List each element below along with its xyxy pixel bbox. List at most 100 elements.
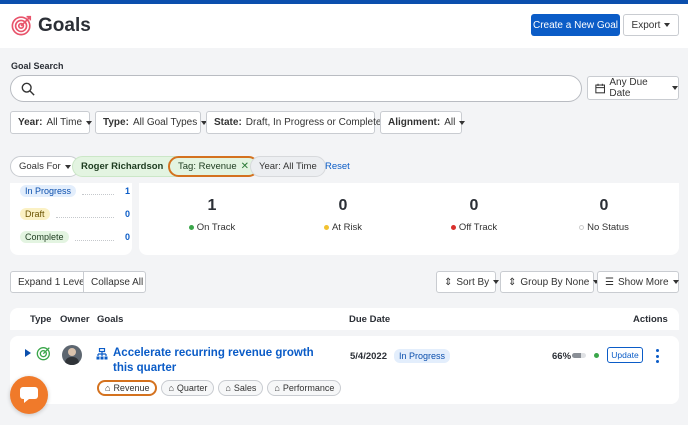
search-label: Goal Search: [11, 61, 64, 71]
state-pill: Draft: [20, 208, 50, 220]
green-dot-icon: [188, 225, 194, 230]
show-more-label: Show More: [617, 276, 669, 288]
filter-value: Draft, In Progress or Complete: [245, 117, 382, 128]
tag-pill[interactable]: ⌂ Revenue: [97, 380, 158, 396]
caret-down-icon: [64, 164, 71, 169]
status-no-status[interactable]: 0 No Status: [564, 197, 644, 233]
status-at-risk[interactable]: 0 At Risk: [303, 197, 383, 233]
status-label-row: At Risk: [303, 222, 383, 233]
status-label-row: Off Track: [434, 222, 514, 233]
chat-launcher-button[interactable]: [10, 376, 48, 414]
column-header-due-date: Due Date: [349, 314, 391, 325]
state-pill: In Progress: [20, 185, 77, 197]
export-button[interactable]: Export: [623, 14, 679, 36]
caret-down-icon: [672, 86, 678, 90]
tag-label: Sales: [233, 383, 257, 393]
goal-row[interactable]: Accelerate recurring revenue growth this…: [10, 336, 679, 404]
column-header-goals: Goals: [97, 314, 124, 325]
filter-key: State:: [214, 117, 242, 128]
filter-value: All Goal Types: [132, 117, 198, 128]
search-input[interactable]: [10, 75, 582, 102]
state-count: 0: [124, 232, 130, 242]
filter-value: All Time: [46, 117, 83, 128]
goal-target-icon: [36, 347, 50, 361]
group-icon: ⇕: [508, 276, 517, 288]
status-on-track[interactable]: 1 On Track: [172, 197, 252, 233]
remove-icon[interactable]: ✕: [241, 161, 249, 172]
group-label: Group By None: [520, 276, 590, 288]
list-icon: ☰: [605, 276, 614, 288]
goal-tags: ⌂ Revenue ⌂ Quarter ⌂ Sales ⌂ Performance: [97, 380, 342, 396]
alignment-filter[interactable]: Alignment: All: [380, 111, 466, 134]
dotted-leader: [55, 211, 114, 218]
status-off-track[interactable]: 0 Off Track: [434, 197, 514, 233]
year-filter[interactable]: Year: All Time: [10, 111, 93, 134]
dotted-leader: [82, 188, 114, 195]
red-dot-icon: [450, 225, 456, 230]
sort-by-button[interactable]: ⇕ Sort By: [436, 271, 500, 293]
tag-pill[interactable]: ⌂ Quarter: [161, 380, 215, 396]
status-label: On Track: [196, 222, 236, 233]
page-header: Goals Create a New Goal Export: [0, 4, 688, 48]
status-label: Off Track: [458, 222, 498, 233]
caret-down-icon: [493, 280, 500, 284]
sort-label: Sort By: [456, 276, 490, 288]
group-by-button[interactable]: ⇕ Group By None: [500, 271, 600, 293]
status-count: 0: [599, 197, 609, 214]
calendar-icon: [595, 83, 606, 93]
column-header-type: Type: [30, 314, 52, 325]
tag-icon: ⌂: [105, 383, 111, 393]
update-button[interactable]: Update: [607, 347, 643, 363]
collapse-all-button[interactable]: Collapse All: [83, 271, 146, 293]
owner-avatar[interactable]: [62, 345, 82, 365]
tag-chip-label: Tag: Revenue: [178, 161, 237, 172]
status-label-row: No Status: [564, 222, 644, 233]
goals-for-chip[interactable]: Goals For: [10, 156, 80, 177]
goal-status-badge: In Progress: [394, 349, 451, 363]
create-goal-button[interactable]: Create a New Goal: [531, 14, 620, 36]
year-chip-label: Year: All Time: [259, 161, 317, 172]
expand-caret-icon[interactable]: [25, 349, 31, 357]
more-options-icon[interactable]: [654, 349, 660, 363]
state-filter[interactable]: State: Draft, In Progress or Complete: [206, 111, 392, 134]
chat-bubble-icon: [20, 387, 38, 403]
expand-level-button[interactable]: Expand 1 Level: [10, 271, 87, 293]
tag-icon: ⌂: [168, 383, 174, 393]
show-more-button[interactable]: ☰ Show More: [597, 271, 679, 293]
export-label: Export: [631, 19, 661, 31]
filter-key: Type:: [103, 117, 129, 128]
tag-label: Performance: [282, 383, 335, 393]
filter-value: All: [444, 117, 456, 128]
year-filter-chip[interactable]: Year: All Time: [250, 156, 326, 177]
due-date-label: Any Due Date: [609, 77, 648, 99]
column-header-actions: Actions: [633, 314, 668, 325]
dotted-leader: [74, 234, 114, 241]
tag-pill[interactable]: ⌂ Performance: [267, 380, 342, 396]
due-date-dropdown[interactable]: Any Due Date: [587, 76, 679, 100]
state-row[interactable]: In Progress 1: [20, 184, 130, 198]
filter-key: Year:: [18, 117, 43, 128]
tag-icon: ⌂: [225, 383, 231, 393]
sort-icon: ⇕: [444, 276, 453, 288]
type-filter[interactable]: Type: All Goal Types: [95, 111, 208, 134]
state-row[interactable]: Complete 0: [20, 230, 130, 244]
status-count: 0: [338, 197, 348, 214]
search-icon: [21, 82, 35, 96]
reset-link[interactable]: Reset: [325, 161, 350, 172]
tag-icon: ⌂: [274, 383, 280, 393]
goal-progress-percent: 66%: [552, 351, 572, 362]
empty-dot-icon: [579, 225, 585, 230]
status-label-row: On Track: [172, 222, 252, 233]
goals-for-label: Goals For: [19, 161, 61, 172]
tag-filter-chip[interactable]: Tag: Revenue ✕: [168, 156, 260, 177]
status-summary-panel: 1 On Track 0 At Risk 0 Off Track 0 No St…: [139, 183, 679, 255]
state-row[interactable]: Draft 0: [20, 207, 130, 221]
yellow-dot-icon: [323, 225, 329, 230]
caret-down-icon: [86, 120, 93, 125]
goal-title-link[interactable]: Accelerate recurring revenue growth this…: [113, 346, 333, 376]
tag-pill[interactable]: ⌂ Sales: [218, 380, 264, 396]
caret-down-icon: [459, 120, 466, 125]
status-label: At Risk: [331, 222, 363, 233]
status-count: 1: [207, 197, 217, 214]
goal-progress-bar: [572, 353, 586, 358]
